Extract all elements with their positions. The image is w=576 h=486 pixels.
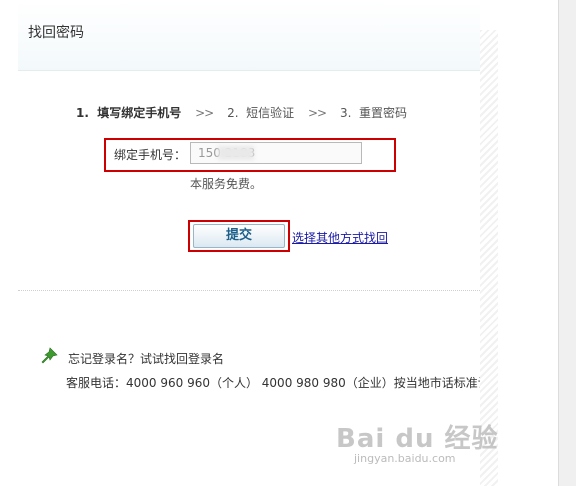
right-panel: [498, 0, 558, 486]
step-2-number: 2.: [227, 105, 239, 120]
step-1: 1. 填写绑定手机号: [76, 104, 181, 121]
pin-icon: [41, 347, 58, 364]
step-3-number: 3.: [339, 105, 352, 120]
phone-input[interactable]: 150 2183: [190, 142, 362, 164]
scrollbar[interactable]: [558, 0, 576, 486]
phone-mask: [218, 146, 254, 160]
phone-label: 绑定手机号：: [114, 148, 187, 162]
watermark-logo: Bai du 经验: [336, 418, 499, 455]
step-separator-1: >>: [195, 105, 214, 120]
step-indicator: 1. 填写绑定手机号 >> 2. 短信验证 >> 3. 重置密码: [76, 104, 407, 121]
step-3-label: 重置密码: [359, 106, 408, 120]
service-phone-text: 客服电话：4000 960 960（个人） 4000 980 980（企业）按当…: [66, 376, 480, 390]
other-method-link[interactable]: 选择其他方式找回: [292, 229, 388, 246]
step-2: 2. 短信验证: [227, 104, 294, 121]
free-service-note: 本服务免费。: [190, 177, 263, 191]
page-title: 找回密码: [28, 25, 84, 41]
page-header: 找回密码: [18, 0, 480, 71]
left-margin: [0, 0, 18, 486]
step-2-label: 短信验证: [246, 106, 295, 120]
step-3: 3. 重置密码: [340, 104, 407, 121]
forgot-username-link[interactable]: 忘记登录名？试试找回登录名: [68, 350, 224, 367]
watermark-logo-text: Bai du 经验: [336, 424, 499, 454]
step-1-label: 填写绑定手机号: [97, 106, 182, 120]
watermark-url: jingyan.baidu.com: [354, 452, 456, 465]
step-1-number: 1.: [76, 105, 89, 120]
step-separator-2: >>: [308, 105, 327, 120]
section-divider: [18, 290, 480, 291]
submit-button[interactable]: 提交: [193, 224, 285, 248]
